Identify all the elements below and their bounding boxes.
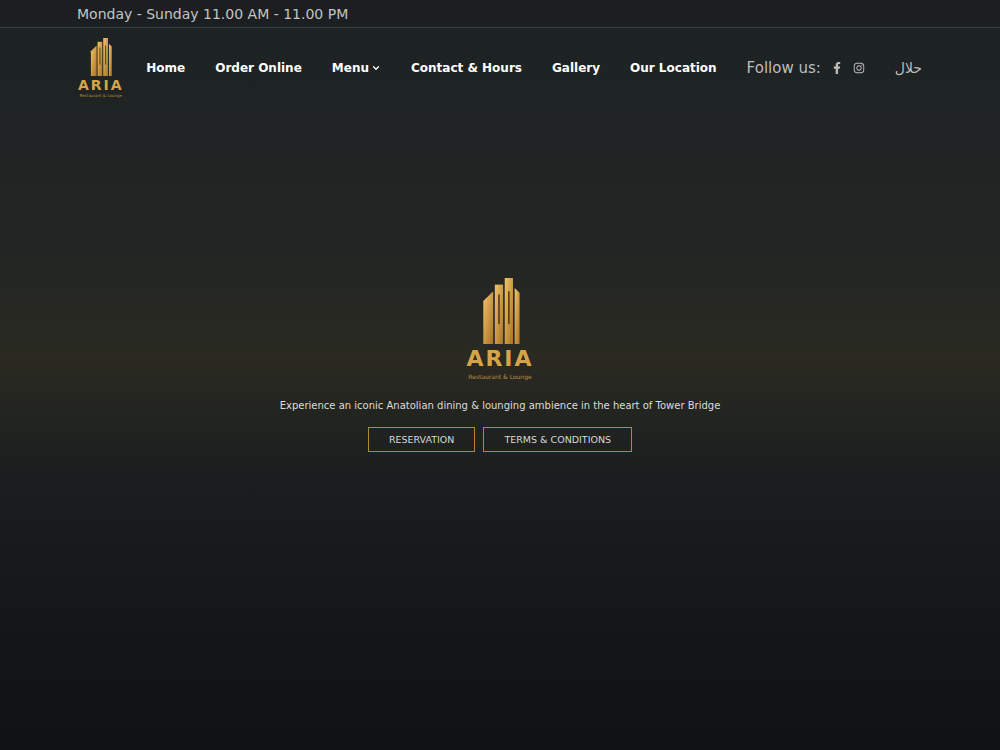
- nav-item[interactable]: Home: [146, 61, 185, 75]
- hero-logo: ARIA Restaurant & Lounge: [466, 278, 533, 380]
- logo-icon: [89, 38, 112, 76]
- logo-tagline: Restaurant & Lounge: [468, 374, 531, 380]
- hero-button[interactable]: RESERVATION: [368, 427, 476, 452]
- hero: ARIA Restaurant & Lounge Experience an ico…: [0, 110, 1000, 452]
- nav-item[interactable]: Gallery: [552, 61, 600, 75]
- nav-item[interactable]: Menu: [332, 61, 381, 75]
- facebook-icon[interactable]: [831, 62, 843, 74]
- nav-item[interactable]: Contact & Hours: [411, 61, 522, 75]
- follow-label: Follow us:: [747, 59, 821, 77]
- logo-name: ARIA: [466, 348, 533, 370]
- halal-label: حلال: [895, 60, 922, 76]
- hero-buttons: RESERVATION TERMS & CONDITIONS: [368, 427, 632, 452]
- instagram-icon[interactable]: [853, 62, 865, 74]
- nav-item[interactable]: Order Online: [215, 61, 302, 75]
- follow-us: Follow us: حلال: [747, 59, 922, 77]
- header: ARIA Restaurant & Lounge Home Order Online M…: [0, 28, 1000, 110]
- nav-item[interactable]: Our Location: [630, 61, 717, 75]
- logo-icon: [480, 278, 520, 344]
- page: Monday - Sunday 11.00 AM - 11.00 PM ARIA R…: [0, 0, 1000, 750]
- chevron-down-icon: [371, 63, 381, 73]
- opening-hours: Monday - Sunday 11.00 AM - 11.00 PM: [77, 6, 348, 22]
- top-bar: Monday - Sunday 11.00 AM - 11.00 PM: [0, 0, 1000, 28]
- hero-background: ARIA Restaurant & Lounge Home Order Online M…: [0, 28, 1000, 750]
- logo-tagline: Restaurant & Lounge: [80, 94, 122, 98]
- main-nav: Home Order Online Menu Contact & Hours Galle…: [146, 59, 922, 77]
- hero-tagline: Experience an iconic Anatolian dining & …: [280, 400, 721, 411]
- logo-name: ARIA: [78, 78, 124, 92]
- hero-button[interactable]: TERMS & CONDITIONS: [483, 427, 632, 452]
- header-logo[interactable]: ARIA Restaurant & Lounge: [78, 38, 124, 98]
